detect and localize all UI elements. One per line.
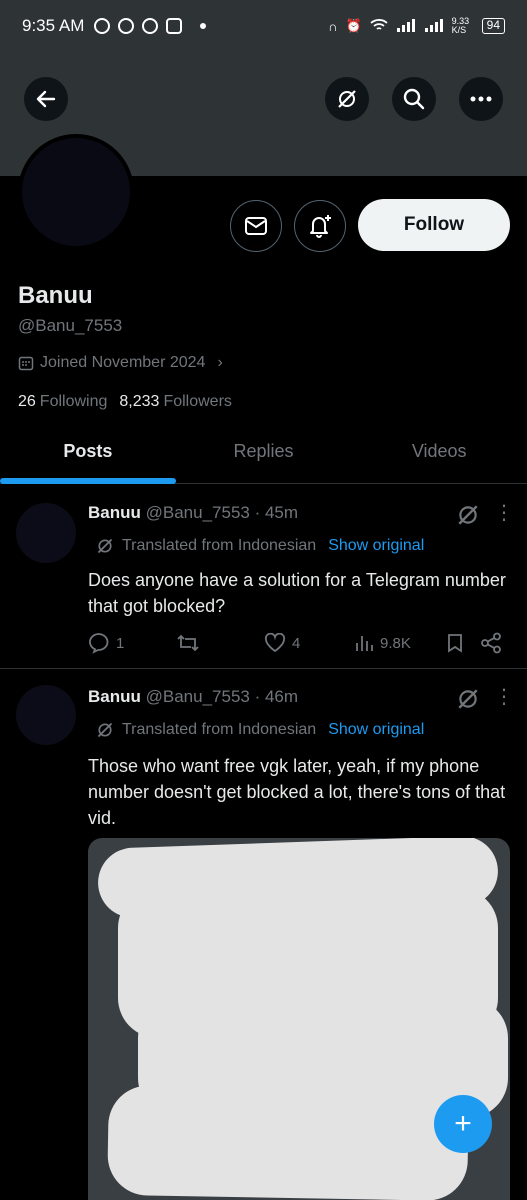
translated-label: Translated from Indonesian (122, 537, 317, 554)
post-meta: @Banu_7553 · 45m (145, 503, 299, 522)
followers-label: Followers (163, 393, 232, 410)
following-label: Following (39, 393, 108, 410)
active-tab-indicator (0, 478, 176, 484)
post-actions: 1 4 9.8K (88, 632, 512, 654)
profile-handle: @Banu_7553 (18, 316, 123, 335)
search-icon (403, 88, 425, 110)
like-button[interactable]: 4 (264, 633, 354, 653)
grok-icon (338, 90, 356, 108)
notify-button[interactable] (294, 200, 346, 252)
translation-note: Translated from Indonesian Show original (96, 721, 424, 739)
back-button[interactable] (24, 77, 68, 121)
repost-icon (177, 634, 199, 652)
post-author[interactable]: Banuu (88, 503, 141, 522)
followers-count: 8,233 (119, 393, 160, 410)
post-author[interactable]: Banuu (88, 687, 141, 706)
post-more-icon[interactable]: ⋮ (494, 503, 514, 523)
heart-icon (264, 633, 286, 653)
search-button[interactable] (392, 77, 436, 121)
post-more-icon[interactable]: ⋮ (494, 687, 514, 707)
bell-plus-icon (310, 215, 331, 238)
more-options-button[interactable] (459, 77, 503, 121)
translation-note: Translated from Indonesian Show original (96, 537, 424, 555)
network-speed: 9.33 K/S (451, 16, 470, 35)
calendar-icon (18, 356, 34, 371)
post-header: Banuu @Banu_7553 · 46m (88, 687, 298, 707)
follow-button[interactable]: Follow (358, 199, 510, 251)
translated-label: Translated from Indonesian (122, 721, 317, 738)
follow-counts: 26 Following 8,233 Followers (18, 393, 232, 411)
grok-icon[interactable] (456, 503, 480, 527)
post-header: Banuu @Banu_7553 · 45m (88, 503, 298, 523)
grok-button[interactable] (325, 77, 369, 121)
followers-link[interactable]: 8,233 Followers (119, 393, 232, 411)
tab-posts[interactable]: Posts (0, 420, 176, 483)
headset-icon: ∩ (328, 18, 338, 34)
post-avatar[interactable] (16, 503, 76, 563)
joined-date[interactable]: Joined November 2024 › (18, 354, 223, 372)
profile-tabs: Posts Replies Videos (0, 420, 527, 484)
post-text: Does anyone have a solution for a Telegr… (88, 570, 506, 616)
wifi-icon (370, 18, 388, 35)
bookmark-button[interactable] (446, 633, 480, 653)
grok-translate-icon (97, 538, 113, 554)
joined-label: Joined November 2024 (40, 354, 206, 371)
app-notification-icon (94, 18, 111, 34)
profile-name: Banuu (18, 282, 93, 309)
alarm-icon: ⏰ (345, 18, 362, 33)
redaction-mark (107, 1084, 469, 1200)
plus-icon: + (454, 1107, 472, 1140)
bookmark-icon (448, 634, 462, 653)
following-count: 26 (18, 393, 36, 410)
more-notifications-dot-icon (200, 23, 207, 29)
post-avatar[interactable] (16, 685, 76, 745)
show-original-link[interactable]: Show original (328, 721, 424, 739)
profile-avatar[interactable] (18, 134, 134, 250)
chevron-right-icon: › (217, 354, 223, 371)
whatsapp-icon (142, 18, 159, 34)
battery-indicator: 94 (481, 18, 505, 34)
signal-icon (396, 18, 416, 35)
signal-icon (424, 18, 444, 35)
reply-button[interactable]: 1 (88, 632, 176, 654)
tab-replies[interactable]: Replies (176, 420, 352, 483)
post-text: Those who want free vgk later, yeah, if … (88, 756, 506, 828)
reply-count: 1 (116, 634, 125, 652)
status-bar: 9:35 AM ∩ ⏰ 9.33 K/S 94 (0, 0, 527, 52)
whatsapp-icon (118, 18, 135, 34)
mail-icon (245, 217, 267, 235)
views-button[interactable]: 9.8K (354, 633, 446, 653)
following-link[interactable]: 26 Following (18, 393, 107, 411)
show-original-link[interactable]: Show original (328, 537, 424, 555)
message-button[interactable] (230, 200, 282, 252)
status-notification-icons (94, 18, 207, 34)
grok-translate-icon (97, 722, 113, 738)
repost-button[interactable] (176, 632, 264, 654)
status-time: 9:35 AM (22, 16, 85, 35)
post-meta: @Banu_7553 · 46m (145, 687, 299, 706)
discord-icon (166, 18, 183, 34)
views-chart-icon (356, 636, 373, 651)
tab-videos[interactable]: Videos (351, 420, 527, 483)
more-horizontal-icon (470, 96, 492, 102)
view-count: 9.8K (380, 634, 411, 652)
back-arrow-icon (36, 90, 56, 108)
share-button[interactable] (480, 632, 502, 654)
reply-icon (89, 633, 109, 654)
status-system-icons: ∩ ⏰ 9.33 K/S 94 (328, 17, 505, 35)
share-icon (481, 632, 501, 654)
grok-icon[interactable] (456, 687, 480, 711)
compose-post-button[interactable]: + (434, 1095, 492, 1153)
like-count: 4 (292, 634, 301, 652)
